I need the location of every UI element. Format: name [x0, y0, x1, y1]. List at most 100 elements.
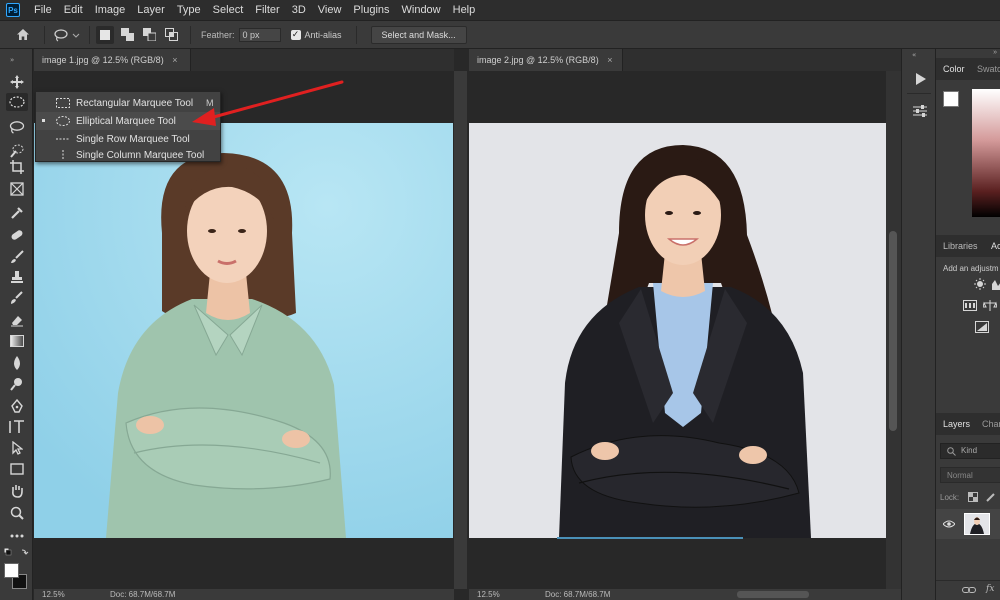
home-icon[interactable] [14, 26, 32, 44]
crop-tool-icon[interactable] [6, 158, 28, 176]
type-tool-icon[interactable] [6, 418, 28, 436]
svg-text:»: » [10, 57, 14, 62]
menu-plugins[interactable]: Plugins [347, 0, 395, 20]
tab-swatches[interactable]: Swatc [977, 64, 1000, 74]
foreground-color-swatch[interactable] [943, 91, 959, 107]
document-tab-1[interactable]: image 1.jpg @ 12.5% (RGB/8) × [34, 49, 191, 71]
eyedropper-tool-icon[interactable] [6, 204, 28, 222]
document-tab-2[interactable]: image 2.jpg @ 12.5% (RGB/8) × [469, 49, 623, 71]
menu-select[interactable]: Select [207, 0, 250, 20]
separator [89, 25, 90, 44]
flyout-item-single-row-marquee[interactable]: Single Row Marquee Tool [36, 130, 220, 148]
lasso-preset-icon[interactable] [51, 26, 83, 44]
layer-effects-icon[interactable]: fx [986, 584, 994, 594]
link-layers-icon[interactable] [962, 586, 976, 594]
zoom-level[interactable]: 12.5% [42, 589, 65, 600]
levels-icon[interactable] [992, 278, 1000, 290]
photoshop-logo: Ps [6, 3, 20, 17]
lock-transparent-pixels-icon[interactable] [968, 492, 978, 502]
visibility-eye-icon[interactable] [943, 520, 955, 528]
close-icon[interactable]: × [607, 55, 612, 65]
history-brush-tool-icon[interactable] [6, 289, 28, 307]
horizontal-scrollbar-thumb[interactable] [737, 591, 809, 598]
lock-label: Lock: [940, 493, 960, 502]
collapse-icon[interactable]: » [936, 49, 1000, 57]
brightness-icon[interactable] [974, 278, 986, 290]
marquee-tool-icon[interactable] [6, 93, 28, 111]
menu-help[interactable]: Help [447, 0, 482, 20]
vibrance-icon[interactable] [963, 300, 977, 311]
feather-input[interactable]: 0 px [238, 27, 281, 42]
lasso-tool-icon[interactable] [6, 118, 28, 136]
eraser-tool-icon[interactable] [6, 311, 28, 329]
lock-image-pixels-icon[interactable] [986, 492, 996, 502]
subtract-from-selection-icon[interactable] [140, 26, 158, 44]
flyout-item-label: Rectangular Marquee Tool [76, 97, 194, 109]
toolbar-collapse-icon[interactable]: » [6, 52, 26, 64]
vertical-scrollbar[interactable] [886, 71, 901, 589]
canvas-area-2[interactable] [469, 71, 886, 589]
flyout-item-single-column-marquee[interactable]: Single Column Marquee Tool [36, 148, 220, 162]
tab-libraries[interactable]: Libraries [943, 241, 978, 251]
flyout-item-label: Elliptical Marquee Tool [76, 115, 176, 127]
gradient-tool-icon[interactable] [6, 332, 28, 350]
menu-image[interactable]: Image [89, 0, 132, 20]
tab-color[interactable]: Color [943, 64, 965, 74]
layer-filter-input[interactable]: Kind [940, 443, 1000, 459]
adjustments-hint: Add an adjustm [943, 264, 999, 273]
layers-footer: fx [936, 580, 1000, 600]
add-to-selection-icon[interactable] [118, 26, 136, 44]
blend-mode-select[interactable]: Normal [940, 467, 1000, 483]
feather-label: Feather: [201, 29, 235, 40]
selection-edge [557, 537, 743, 539]
pen-tool-icon[interactable] [6, 397, 28, 415]
tab-channels[interactable]: Chan [982, 419, 1000, 429]
libraries-panel-tabs: Libraries Ac [936, 235, 1000, 257]
menu-filter[interactable]: Filter [249, 0, 285, 20]
frame-tool-icon[interactable] [6, 180, 28, 198]
tab-layers[interactable]: Layers [943, 419, 970, 429]
actions-play-icon[interactable] [912, 71, 928, 87]
menu-file[interactable]: File [28, 0, 58, 20]
antialias-checkbox[interactable]: ✓ [290, 29, 301, 40]
hand-tool-icon[interactable] [6, 482, 28, 500]
zoom-level[interactable]: 12.5% [477, 589, 500, 600]
tools-panel: » [0, 49, 33, 600]
color-balance-icon[interactable] [982, 300, 998, 311]
new-selection-icon[interactable] [96, 25, 114, 44]
path-selection-tool-icon[interactable] [6, 439, 28, 457]
move-tool-icon[interactable] [6, 73, 28, 91]
menu-3d[interactable]: 3D [286, 0, 312, 20]
photo-filter-icon[interactable] [975, 321, 989, 333]
intersect-selection-icon[interactable] [162, 26, 180, 44]
default-colors-icon[interactable] [3, 547, 30, 558]
brush-tool-icon[interactable] [6, 248, 28, 266]
menu-type[interactable]: Type [171, 0, 207, 20]
more-tools-icon[interactable] [6, 527, 28, 545]
rectangle-tool-icon[interactable] [6, 460, 28, 478]
menu-layer[interactable]: Layer [131, 0, 171, 20]
scrollbar-thumb[interactable] [889, 231, 897, 431]
layer-row[interactable] [936, 509, 1000, 539]
separator [44, 25, 45, 44]
blur-tool-icon[interactable] [6, 354, 28, 372]
menu-bar: Ps File Edit Image Layer Type Select Fil… [0, 0, 1000, 20]
properties-sliders-icon[interactable] [912, 103, 928, 119]
flyout-item-label: Single Column Marquee Tool [76, 149, 205, 161]
color-picker-field[interactable] [972, 89, 1000, 217]
menu-view[interactable]: View [312, 0, 348, 20]
clone-stamp-tool-icon[interactable] [6, 268, 28, 286]
tab-bar-empty [191, 49, 454, 71]
collapse-panels-icon[interactable]: « [912, 51, 916, 59]
close-icon[interactable]: × [172, 55, 177, 65]
menu-window[interactable]: Window [396, 0, 447, 20]
foreground-color-swatch[interactable] [4, 563, 19, 578]
document-size: Doc: 68.7M/68.7M [110, 590, 176, 599]
select-and-mask-button[interactable]: Select and Mask... [370, 25, 467, 44]
zoom-tool-icon[interactable] [6, 504, 28, 522]
healing-brush-tool-icon[interactable] [6, 226, 28, 244]
tab-adjustments[interactable]: Ac [991, 241, 1000, 251]
dodge-tool-icon[interactable] [6, 375, 28, 393]
kind-placeholder: Kind [961, 446, 978, 455]
menu-edit[interactable]: Edit [58, 0, 89, 20]
